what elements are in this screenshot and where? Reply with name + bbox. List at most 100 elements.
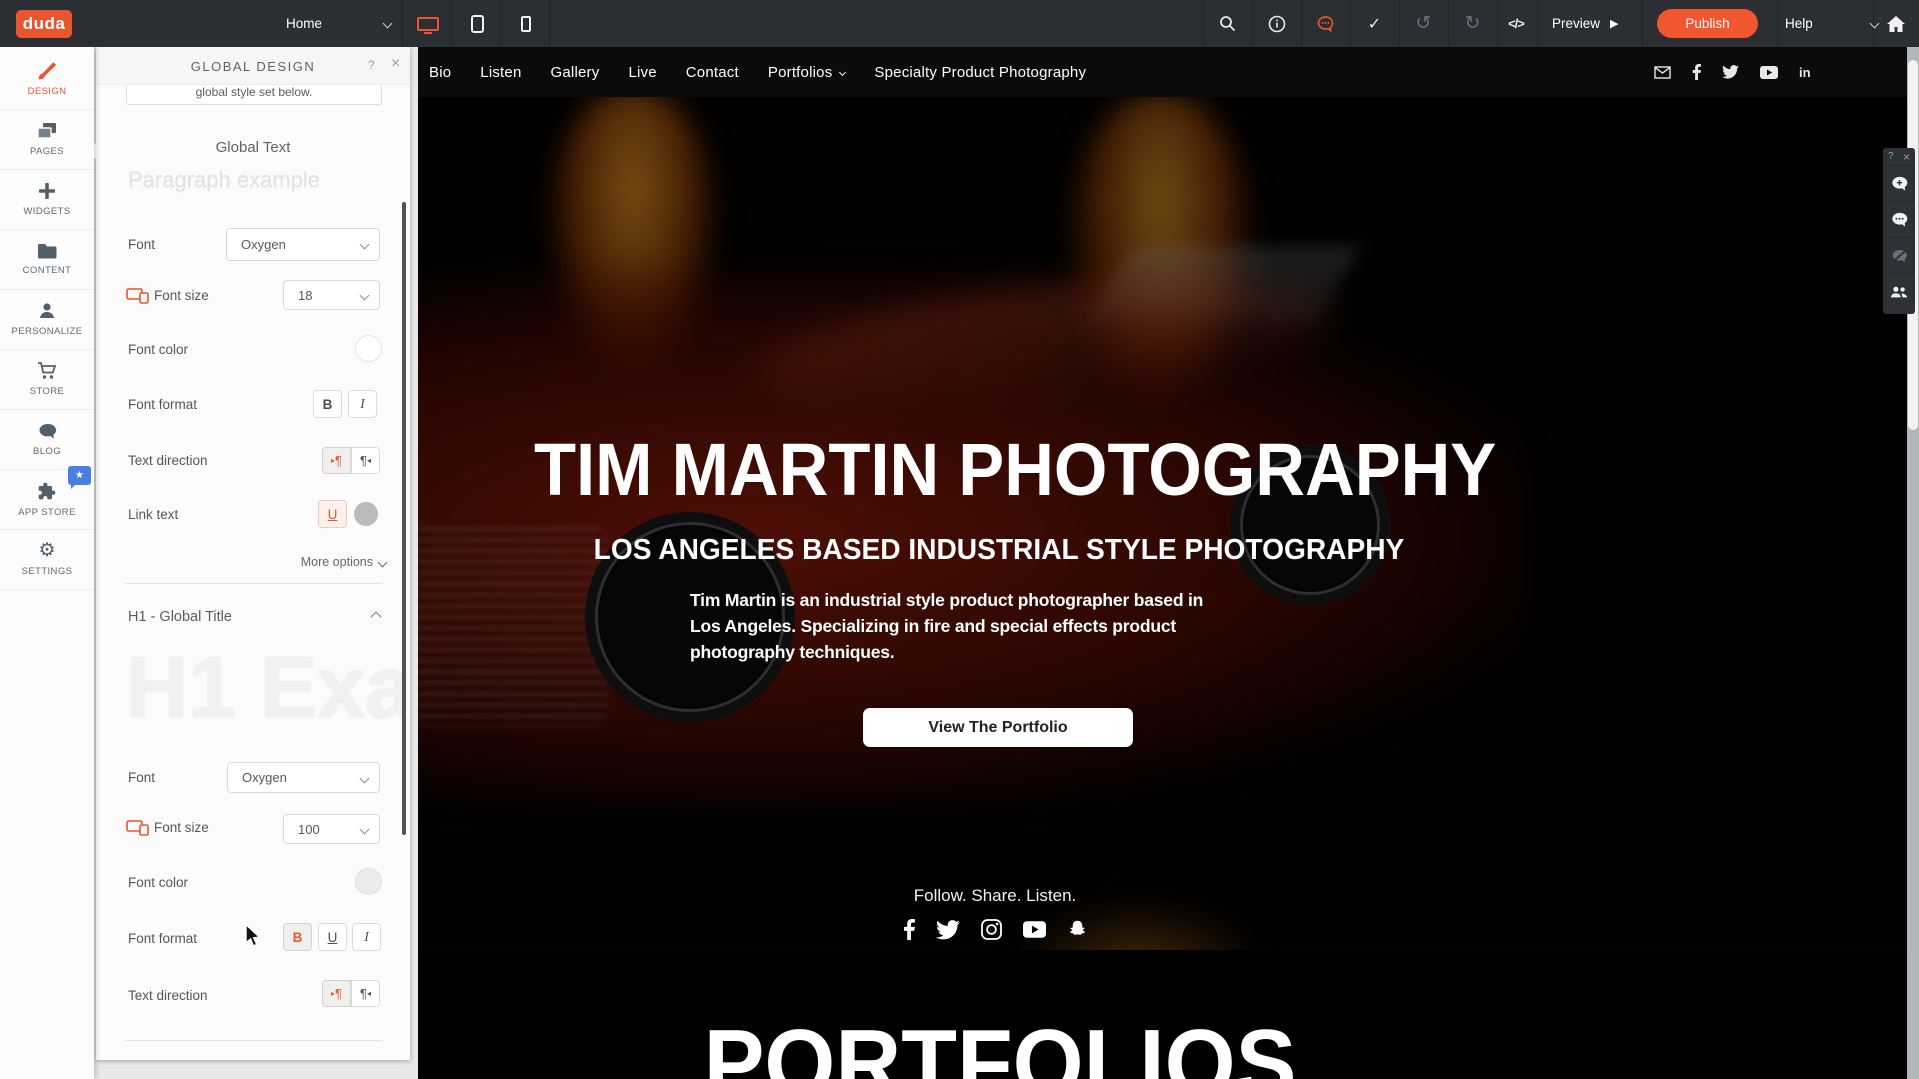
feedback-button[interactable]	[1301, 0, 1350, 47]
h1-section-heading: H1 - Global Title	[128, 609, 232, 625]
twitter-icon[interactable]	[936, 920, 960, 940]
font-size-select[interactable]: 18	[283, 280, 380, 310]
duda-editor: duda Home ✓ ↺ ↻ </> Preview ▶	[0, 0, 1919, 1079]
mobile-view-button[interactable]	[506, 0, 546, 47]
sidebar-item-blog[interactable]: BLOG	[0, 410, 94, 470]
nav-link-specialty[interactable]: Specialty Product Photography	[874, 64, 1086, 81]
panel-close-icon[interactable]: ×	[391, 55, 400, 73]
publish-button[interactable]: Publish	[1657, 9, 1758, 38]
redo-button[interactable]: ↻	[1448, 0, 1497, 47]
h1-font-value: Oxygen	[242, 770, 287, 785]
collaborators-button[interactable]	[1883, 274, 1915, 310]
more-options-toggle[interactable]: More options	[96, 555, 386, 569]
hero-subtitle: LOS ANGELES BASED INDUSTRIAL STYLE PHOTO…	[514, 534, 1484, 567]
search-icon	[1219, 15, 1236, 32]
h1-font-select[interactable]: Oxygen	[227, 762, 380, 793]
desktop-icon	[417, 17, 439, 31]
h1-font-size-label: Font size	[154, 820, 209, 835]
sidebar-item-label: BLOG	[33, 446, 61, 457]
bold-button[interactable]: B	[313, 390, 342, 418]
twitter-icon[interactable]	[1722, 65, 1739, 79]
sidebar-item-app-store[interactable]: ★ APP STORE	[0, 470, 94, 530]
h1-rtl-direction-button[interactable]: ¶◂	[351, 980, 380, 1007]
h1-ltr-direction-button[interactable]: ▸¶	[322, 980, 351, 1007]
snapchat-icon[interactable]	[1067, 919, 1088, 940]
underline-link-button[interactable]: U	[318, 500, 347, 528]
youtube-icon[interactable]	[1023, 921, 1046, 938]
dashboard-home-button[interactable]	[1873, 0, 1919, 47]
sidebar-item-personalize[interactable]: PERSONALIZE	[0, 290, 94, 350]
sidebar-item-pages[interactable]: PAGES	[0, 110, 94, 170]
folder-icon	[37, 243, 57, 259]
nav-link-portfolios[interactable]: Portfolios	[768, 64, 846, 81]
mobile-icon	[521, 16, 531, 32]
add-comment-button[interactable]	[1883, 166, 1915, 202]
undo-button[interactable]: ↺	[1399, 0, 1448, 47]
more-options-label: More options	[301, 555, 373, 569]
h1-bold-button[interactable]: B	[283, 923, 312, 951]
collaboration-toolbar: ? ×	[1883, 148, 1915, 314]
responsive-devices-icon	[126, 820, 150, 836]
sidebar-item-settings[interactable]: ⚙ SETTINGS	[0, 530, 94, 590]
help-dropdown[interactable]: Help	[1785, 0, 1878, 47]
nav-link-listen[interactable]: Listen	[480, 64, 521, 81]
font-select[interactable]: Oxygen	[226, 228, 380, 261]
nav-link-live[interactable]: Live	[628, 64, 656, 81]
font-color-swatch[interactable]	[355, 335, 382, 362]
facebook-icon[interactable]	[1692, 64, 1701, 80]
facebook-icon[interactable]	[903, 919, 915, 940]
link-text-label: Link text	[128, 507, 178, 522]
tablet-view-button[interactable]	[457, 0, 497, 47]
toolbar-close-icon[interactable]: ×	[1903, 150, 1910, 164]
sidebar-item-label: PAGES	[30, 146, 64, 157]
page-selector-dropdown[interactable]: Home	[286, 0, 391, 47]
sidebar-item-content[interactable]: CONTENT	[0, 230, 94, 290]
plus-icon	[38, 182, 56, 200]
rtl-pilcrow-icon: ¶◂	[360, 986, 371, 1001]
mouse-cursor	[243, 925, 262, 947]
youtube-icon[interactable]	[1760, 66, 1778, 79]
responsive-devices-icon	[126, 288, 150, 304]
desktop-view-button[interactable]	[408, 0, 448, 47]
collapse-icon[interactable]	[370, 611, 381, 622]
hide-comments-button[interactable]	[1883, 238, 1915, 274]
sidebar-item-label: SETTINGS	[22, 566, 73, 577]
italic-button[interactable]: I	[348, 390, 377, 418]
view-portfolio-button[interactable]: View The Portfolio	[863, 708, 1133, 747]
h1-font-color-swatch[interactable]	[355, 868, 382, 895]
h1-italic-button[interactable]: I	[352, 923, 381, 951]
ltr-direction-button[interactable]: ▸¶	[322, 447, 351, 474]
nav-link-gallery[interactable]: Gallery	[551, 64, 600, 81]
help-label: Help	[1785, 16, 1813, 31]
sidebar-item-widgets[interactable]: WIDGETS	[0, 170, 94, 230]
hero-section: TIM MARTIN PHOTOGRAPHY LOS ANGELES BASED…	[418, 97, 1907, 950]
gear-icon: ⚙	[38, 542, 55, 560]
sidebar-item-design[interactable]: DESIGN	[0, 47, 94, 110]
panel-scrollbar[interactable]	[402, 202, 406, 835]
pages-icon	[37, 122, 57, 140]
sidebar-item-label: STORE	[30, 386, 65, 397]
comments-button[interactable]	[1883, 202, 1915, 238]
toolbar-help-icon[interactable]: ?	[1888, 151, 1894, 162]
h1-font-size-select[interactable]: 100	[283, 814, 380, 844]
info-button[interactable]	[1252, 0, 1301, 47]
save-check-button[interactable]: ✓	[1350, 0, 1399, 47]
h1-underline-button[interactable]: U	[318, 923, 347, 951]
preview-label: Preview	[1552, 16, 1600, 31]
dev-mode-button[interactable]: </>	[1494, 0, 1538, 47]
link-color-swatch[interactable]	[354, 502, 378, 526]
panel-header: GLOBAL DESIGN ? ×	[96, 47, 410, 85]
email-icon[interactable]	[1654, 66, 1671, 79]
nav-link-bio[interactable]: Bio	[429, 64, 451, 81]
search-button[interactable]	[1203, 0, 1252, 47]
rtl-direction-button[interactable]: ¶◂	[351, 447, 380, 474]
preview-button[interactable]: Preview ▶	[1552, 0, 1618, 47]
font-color-label: Font color	[128, 342, 188, 357]
linkedin-icon[interactable]: in	[1799, 65, 1815, 80]
instagram-icon[interactable]	[981, 919, 1002, 940]
top-toolbar: duda Home ✓ ↺ ↻ </> Preview ▶	[0, 0, 1919, 47]
nav-link-contact[interactable]: Contact	[686, 64, 739, 81]
sidebar-item-store[interactable]: STORE	[0, 350, 94, 410]
panel-help-icon[interactable]: ?	[368, 58, 375, 72]
cart-icon	[37, 362, 57, 380]
